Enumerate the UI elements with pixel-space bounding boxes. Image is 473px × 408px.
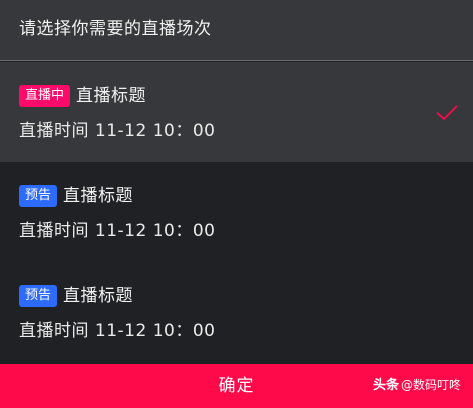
- session-title: 直播标题: [76, 86, 147, 106]
- preview-badge: 预告: [19, 285, 58, 307]
- picker-title: 请选择你需要的直播场次: [19, 19, 212, 39]
- watermark-handle: @数码叮咚: [400, 378, 461, 392]
- session-item-preview-2[interactable]: 预告 直播标题 直播时间 11-12 10：00: [0, 262, 473, 362]
- session-time: 直播时间 11-12 10：00: [19, 221, 216, 241]
- session-item-preview-1[interactable]: 预告 直播标题 直播时间 11-12 10：00: [0, 162, 473, 262]
- session-heading: 预告 直播标题: [19, 184, 133, 208]
- session-heading: 直播中 直播标题: [19, 84, 146, 108]
- live-badge: 直播中: [19, 85, 71, 107]
- session-item-live[interactable]: 直播中 直播标题 直播时间 11-12 10：00: [0, 62, 473, 162]
- checkmark-icon: [436, 105, 458, 120]
- session-title: 直播标题: [63, 286, 134, 306]
- session-time: 直播时间 11-12 10：00: [19, 121, 216, 141]
- session-title: 直播标题: [63, 186, 134, 206]
- session-heading: 预告 直播标题: [19, 284, 133, 308]
- picker-header: 请选择你需要的直播场次: [0, 0, 473, 61]
- watermark-brand: 头条: [372, 378, 399, 393]
- live-session-picker: 请选择你需要的直播场次 直播中 直播标题 直播时间 11-12 10：00 预告…: [0, 0, 473, 408]
- watermark: 头条 @数码叮咚: [373, 376, 461, 395]
- session-time: 直播时间 11-12 10：00: [19, 321, 216, 341]
- preview-badge: 预告: [19, 185, 58, 207]
